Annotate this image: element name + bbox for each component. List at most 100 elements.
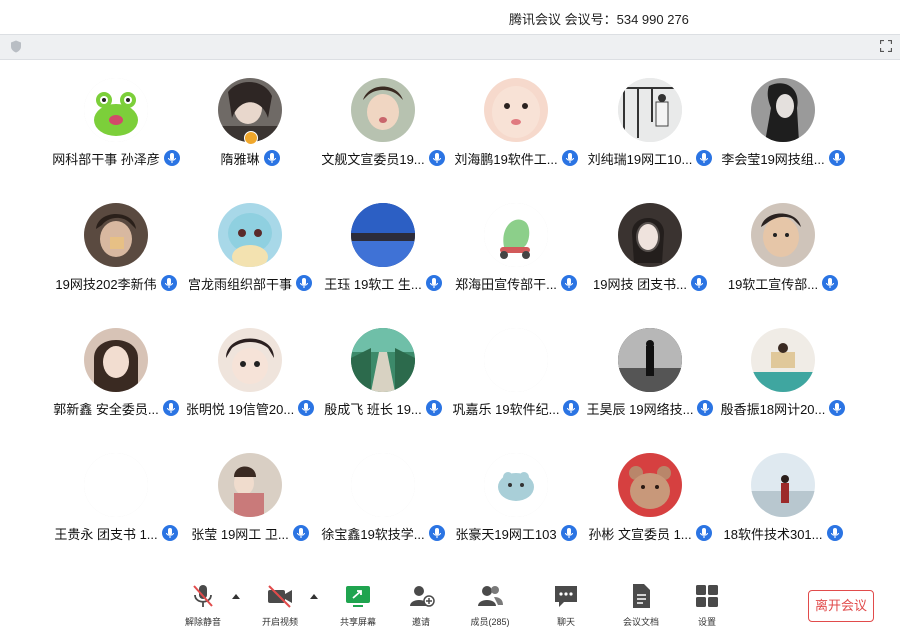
avatar (484, 78, 548, 142)
share-screen-icon (346, 586, 370, 607)
share-screen-label: 共享屏幕 (339, 617, 376, 627)
start-video-label: 开启视频 (261, 617, 298, 627)
invite-button[interactable]: 邀请 (393, 582, 449, 634)
avatar (484, 328, 548, 392)
participant-name: 殷成飞 班长 19... (324, 401, 422, 417)
view-bar (0, 34, 900, 60)
participant-name: 19网技 团支书... (593, 276, 687, 292)
mic-icon (696, 150, 713, 166)
leave-meeting-button[interactable]: 离开会议 (808, 590, 874, 622)
avatar (484, 203, 548, 267)
participant-name: 网科部干事 孙泽彦 (52, 151, 160, 167)
settings-label: 设置 (697, 617, 716, 627)
avatar (84, 203, 148, 267)
mic-icon (428, 525, 445, 541)
mic-icon (695, 525, 712, 541)
mic-icon (828, 150, 845, 166)
caret-up-icon[interactable] (310, 594, 318, 599)
avatar (484, 453, 548, 517)
avatar (218, 203, 282, 267)
participant-tile[interactable]: 张豪天19网工103 (449, 433, 583, 543)
participant-name: 巩嘉乐 19软件纪... (452, 401, 560, 417)
window-title: 腾讯会议 会议号：534 990 276 (509, 12, 689, 27)
participant-tile[interactable]: 殷成飞 班长 19... (316, 308, 450, 418)
participant-tile[interactable]: 巩嘉乐 19软件纪... (449, 308, 583, 418)
participant-tile[interactable]: 文舰文宣委员19... (316, 58, 450, 168)
mic-icon (560, 525, 577, 541)
caret-up-icon[interactable] (232, 594, 240, 599)
unmute-button[interactable]: 解除静音 (175, 582, 231, 634)
mic-icon (560, 275, 577, 291)
participant-tile[interactable]: 网科部干事 孙泽彦 (49, 58, 183, 168)
participant-name: 刘海鹏19软件工... (454, 151, 558, 167)
participant-name: 张莹 19网工 卫... (191, 526, 289, 542)
participant-tile[interactable]: 刘纯瑞19网工10... (583, 58, 717, 168)
settings-button[interactable]: 设置 (679, 582, 735, 634)
muted-mic-icon (193, 585, 213, 607)
avatar (351, 78, 415, 142)
invite-icon (410, 586, 435, 607)
participant-tile[interactable]: 李会莹19网技组... (716, 58, 850, 168)
control-bar: 解除静音 开启视频 共享屏幕 邀请 成员(285) 聊天 会议文档 设置 离开会… (0, 574, 900, 637)
host-badge-icon (244, 131, 258, 145)
participant-tile[interactable]: 19软工宣传部... (716, 183, 850, 293)
avatar (218, 328, 282, 392)
participant-tile[interactable]: 郭新鑫 安全委员... (49, 308, 183, 418)
participant-name: 李会莹19网技组... (721, 151, 825, 167)
mic-icon (425, 275, 442, 291)
members-label: 成员(285) (470, 617, 510, 627)
participant-tile[interactable]: 徐宝鑫19软技学... (316, 433, 450, 543)
participant-name: 张豪天19网工103 (455, 526, 557, 542)
chat-label: 聊天 (556, 617, 575, 627)
shield-icon[interactable] (10, 40, 22, 53)
mic-icon (428, 150, 445, 166)
mic-icon (160, 275, 177, 291)
participant-name: 孙彬 文宣委员 1... (588, 526, 692, 542)
mic-icon (161, 525, 178, 541)
avatar (751, 453, 815, 517)
participant-tile[interactable]: 18软件技术301... (716, 433, 850, 543)
docs-button[interactable]: 会议文档 (613, 582, 669, 634)
chat-button[interactable]: 聊天 (538, 582, 594, 634)
participant-grid: 网科部干事 孙泽彦 隋雅琳 文舰文宣委员19... 刘海鹏19软件工... 刘纯… (0, 58, 900, 573)
participant-name: 殷香振18网计20... (720, 401, 826, 417)
avatar (351, 203, 415, 267)
mic-icon (690, 275, 707, 291)
participant-tile[interactable]: 孙彬 文宣委员 1... (583, 433, 717, 543)
members-button[interactable]: 成员(285) (462, 582, 518, 634)
participant-name: 王昊辰 19网络技... (586, 401, 694, 417)
avatar (618, 78, 682, 142)
participant-tile[interactable]: 郑海田宣传部干... (449, 183, 583, 293)
participant-tile[interactable]: 19网技202李新伟 (49, 183, 183, 293)
members-icon (478, 586, 503, 606)
unmute-label: 解除静音 (184, 617, 221, 627)
participant-name: 郭新鑫 安全委员... (53, 401, 159, 417)
participant-tile[interactable]: 张莹 19网工 卫... (183, 433, 317, 543)
participant-tile[interactable]: 王昊辰 19网络技... (583, 308, 717, 418)
participant-tile[interactable]: 19网技 团支书... (583, 183, 717, 293)
avatar (218, 453, 282, 517)
participant-tile[interactable]: 隋雅琳 (183, 58, 317, 168)
participant-name: 宫龙雨组织部干事 (187, 276, 292, 292)
participant-tile[interactable]: 王贵永 团支书 1... (49, 433, 183, 543)
start-video-button[interactable]: 开启视频 (252, 582, 308, 634)
fullscreen-icon[interactable] (880, 40, 892, 52)
avatar (84, 78, 148, 142)
participant-tile[interactable]: 殷香振18网计20... (716, 308, 850, 418)
participant-tile[interactable]: 刘海鹏19软件工... (449, 58, 583, 168)
participant-tile[interactable]: 张明悦 19信管20... (183, 308, 317, 418)
share-screen-button[interactable]: 共享屏幕 (330, 582, 386, 634)
mic-icon (425, 400, 442, 416)
mic-icon (263, 150, 280, 166)
title-bar: 腾讯会议 会议号：534 990 276 (0, 0, 900, 34)
participant-name: 刘纯瑞19网工10... (587, 151, 693, 167)
avatar (84, 328, 148, 392)
avatar (618, 328, 682, 392)
avatar (751, 78, 815, 142)
participant-tile[interactable]: 王珏 19软工 生... (316, 183, 450, 293)
participant-tile[interactable]: 宫龙雨组织部干事 (183, 183, 317, 293)
mic-icon (822, 275, 839, 291)
docs-label: 会议文档 (622, 617, 659, 627)
avatar (618, 203, 682, 267)
participant-name: 隋雅琳 (220, 151, 260, 167)
